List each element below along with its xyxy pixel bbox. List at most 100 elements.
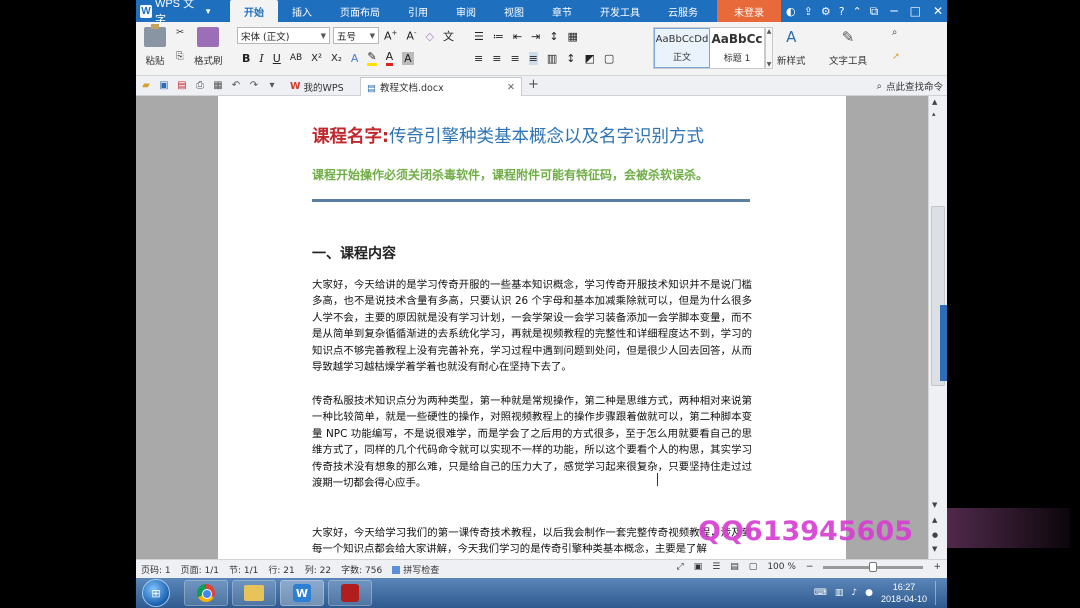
tab-document[interactable]: ▤ 教程文档.docx ✕ <box>360 77 522 96</box>
document-page[interactable]: 课程名字:传奇引擎种类基本概念以及名字识别方式 课程开始操作必须关闭杀毒软件，课… <box>218 96 846 559</box>
decrease-indent-icon[interactable]: ⇤ <box>513 30 522 43</box>
font-size-select[interactable]: 五号 ▼ <box>333 27 379 44</box>
print-preview-icon[interactable]: ▦ <box>212 79 224 91</box>
login-button[interactable]: 未登录 <box>717 0 781 22</box>
maximize-button[interactable]: □ <box>910 4 921 18</box>
focus-mode-icon[interactable]: ⤢ <box>676 562 683 572</box>
prev-page-icon[interactable]: ▲ <box>932 516 937 524</box>
minimize-button[interactable]: ─ <box>890 4 897 18</box>
pinyin-icon[interactable]: 文 <box>443 28 454 44</box>
command-search[interactable]: ⌕ 点此查找命令 <box>877 79 943 94</box>
style-gallery-scroll[interactable]: ▲ ▼ <box>765 27 773 69</box>
skin-icon[interactable]: ◐ <box>786 5 796 18</box>
spell-check-toggle[interactable]: 拼写检查 <box>392 563 439 576</box>
tab-insert[interactable]: 插入 <box>278 0 326 22</box>
sort-icon[interactable]: ↕ <box>549 30 558 43</box>
tab-view[interactable]: 视图 <box>490 0 538 22</box>
clock[interactable]: 16:27 2018-04-10 <box>881 581 927 605</box>
zoom-value[interactable]: 100 % <box>767 562 796 572</box>
shrink-font-icon[interactable]: A- <box>406 29 416 43</box>
grow-font-icon[interactable]: A+ <box>384 29 397 43</box>
strikethrough-icon[interactable]: AB <box>290 53 302 63</box>
copy-button[interactable]: ⎘ <box>176 51 184 62</box>
italic-icon[interactable]: I <box>259 52 263 65</box>
taskbar-recorder[interactable] <box>328 580 372 606</box>
table-icon[interactable]: ▦ <box>568 30 578 43</box>
web-view-icon[interactable]: ▤ <box>730 562 739 572</box>
align-right-icon[interactable]: ≡ <box>510 52 519 65</box>
new-style-button[interactable]: A 新样式 <box>777 27 806 67</box>
highlight-icon[interactable]: ✎ <box>367 50 377 66</box>
tab-review[interactable]: 审阅 <box>442 0 490 22</box>
tab-cloud[interactable]: 云服务 <box>654 0 712 22</box>
line-spacing-icon[interactable]: ↕ <box>566 52 575 65</box>
superscript-icon[interactable]: X² <box>311 53 322 64</box>
select-button[interactable]: ➚ <box>892 51 900 62</box>
side-panel-handle[interactable] <box>940 305 947 381</box>
restore-layout-icon[interactable]: ⧉ <box>870 4 879 19</box>
new-tab-button[interactable]: + <box>528 77 539 92</box>
bullet-list-icon[interactable]: ☰ <box>474 30 484 43</box>
print-icon[interactable]: ⎙ <box>194 79 206 91</box>
help-icon[interactable]: ? <box>839 5 845 18</box>
font-name-select[interactable]: 宋体 (正文) ▼ <box>237 27 330 44</box>
style-normal[interactable]: AaBbCcDd 正文 <box>654 28 710 68</box>
export-pdf-icon[interactable]: ▤ <box>176 79 188 91</box>
app-menu-button[interactable]: W WPS 文字 ▼ <box>140 0 212 26</box>
settings-icon[interactable]: ⚙ <box>821 5 831 18</box>
style-heading-1[interactable]: AaBbCc 标题 1 <box>710 28 764 68</box>
taskbar-chrome[interactable] <box>184 580 228 606</box>
network-icon[interactable]: ▥ <box>835 588 844 598</box>
text-tool-button[interactable]: ✎ 文字工具 <box>829 27 867 67</box>
page-up-icon[interactable]: ▲ <box>932 98 937 106</box>
subscript-icon[interactable]: X₂ <box>331 53 342 64</box>
tab-references[interactable]: 引用 <box>394 0 442 22</box>
tab-page-layout[interactable]: 页面布局 <box>326 0 394 22</box>
scroll-down-icon[interactable]: ▼ <box>932 501 937 509</box>
text-effect-icon[interactable]: A <box>351 52 359 65</box>
tab-chapter[interactable]: 章节 <box>538 0 586 22</box>
reading-view-icon[interactable]: ▢ <box>749 562 758 572</box>
close-icon[interactable]: ✕ <box>507 82 515 93</box>
tab-developer[interactable]: 开发工具 <box>586 0 654 22</box>
paste-button[interactable]: 粘贴 <box>144 24 166 67</box>
distribute-icon[interactable]: ▥ <box>547 52 557 65</box>
clear-format-icon[interactable]: ◇ <box>425 30 433 43</box>
format-painter-button[interactable]: 格式刷 <box>194 27 223 67</box>
taskbar-explorer[interactable] <box>232 580 276 606</box>
next-page-icon[interactable]: ▼ <box>932 545 937 553</box>
tab-home[interactable]: 开始 <box>230 0 278 22</box>
chevron-down-icon[interactable]: ▾ <box>266 79 278 91</box>
page-view-icon[interactable]: ▣ <box>694 562 703 572</box>
underline-icon[interactable]: U <box>273 52 281 65</box>
show-desktop-button[interactable] <box>935 581 943 605</box>
border-icon[interactable]: ▢ <box>604 52 614 65</box>
zoom-slider[interactable] <box>823 561 924 572</box>
taskbar-wps[interactable]: W <box>280 580 324 606</box>
cut-button[interactable]: ✂ <box>176 27 184 38</box>
undo-icon[interactable]: ↶ <box>230 79 242 91</box>
status-words[interactable]: 字数: 756 <box>341 563 382 576</box>
keyboard-icon[interactable]: ⌨ <box>814 588 827 598</box>
font-color-icon[interactable]: A <box>385 50 394 66</box>
shading-icon[interactable]: ◩ <box>585 52 595 65</box>
redo-icon[interactable]: ↷ <box>248 79 260 91</box>
start-button[interactable]: ⊞ <box>142 579 170 607</box>
scroll-up-icon[interactable]: ▴ <box>932 110 936 118</box>
tab-my-wps[interactable]: W 我的WPS <box>284 77 350 96</box>
zoom-slider-knob[interactable] <box>869 561 878 572</box>
bold-icon[interactable]: B <box>242 52 250 65</box>
justify-icon[interactable]: ≡ <box>528 51 538 65</box>
align-left-icon[interactable]: ≡ <box>474 52 483 65</box>
char-shading-icon[interactable]: A <box>402 51 414 65</box>
zoom-in-icon[interactable]: + <box>933 562 941 572</box>
volume-icon[interactable]: ♪ <box>851 588 857 598</box>
increase-indent-icon[interactable]: ⇥ <box>531 30 540 43</box>
select-browse-icon[interactable]: ● <box>932 531 938 539</box>
outline-view-icon[interactable]: ☰ <box>712 562 720 572</box>
open-icon[interactable]: ▰ <box>140 79 152 91</box>
share-icon[interactable]: ⇪ <box>804 5 813 18</box>
qq-icon[interactable]: ● <box>865 588 873 598</box>
number-list-icon[interactable]: ≔ <box>493 30 504 43</box>
align-center-icon[interactable]: ≡ <box>492 52 501 65</box>
